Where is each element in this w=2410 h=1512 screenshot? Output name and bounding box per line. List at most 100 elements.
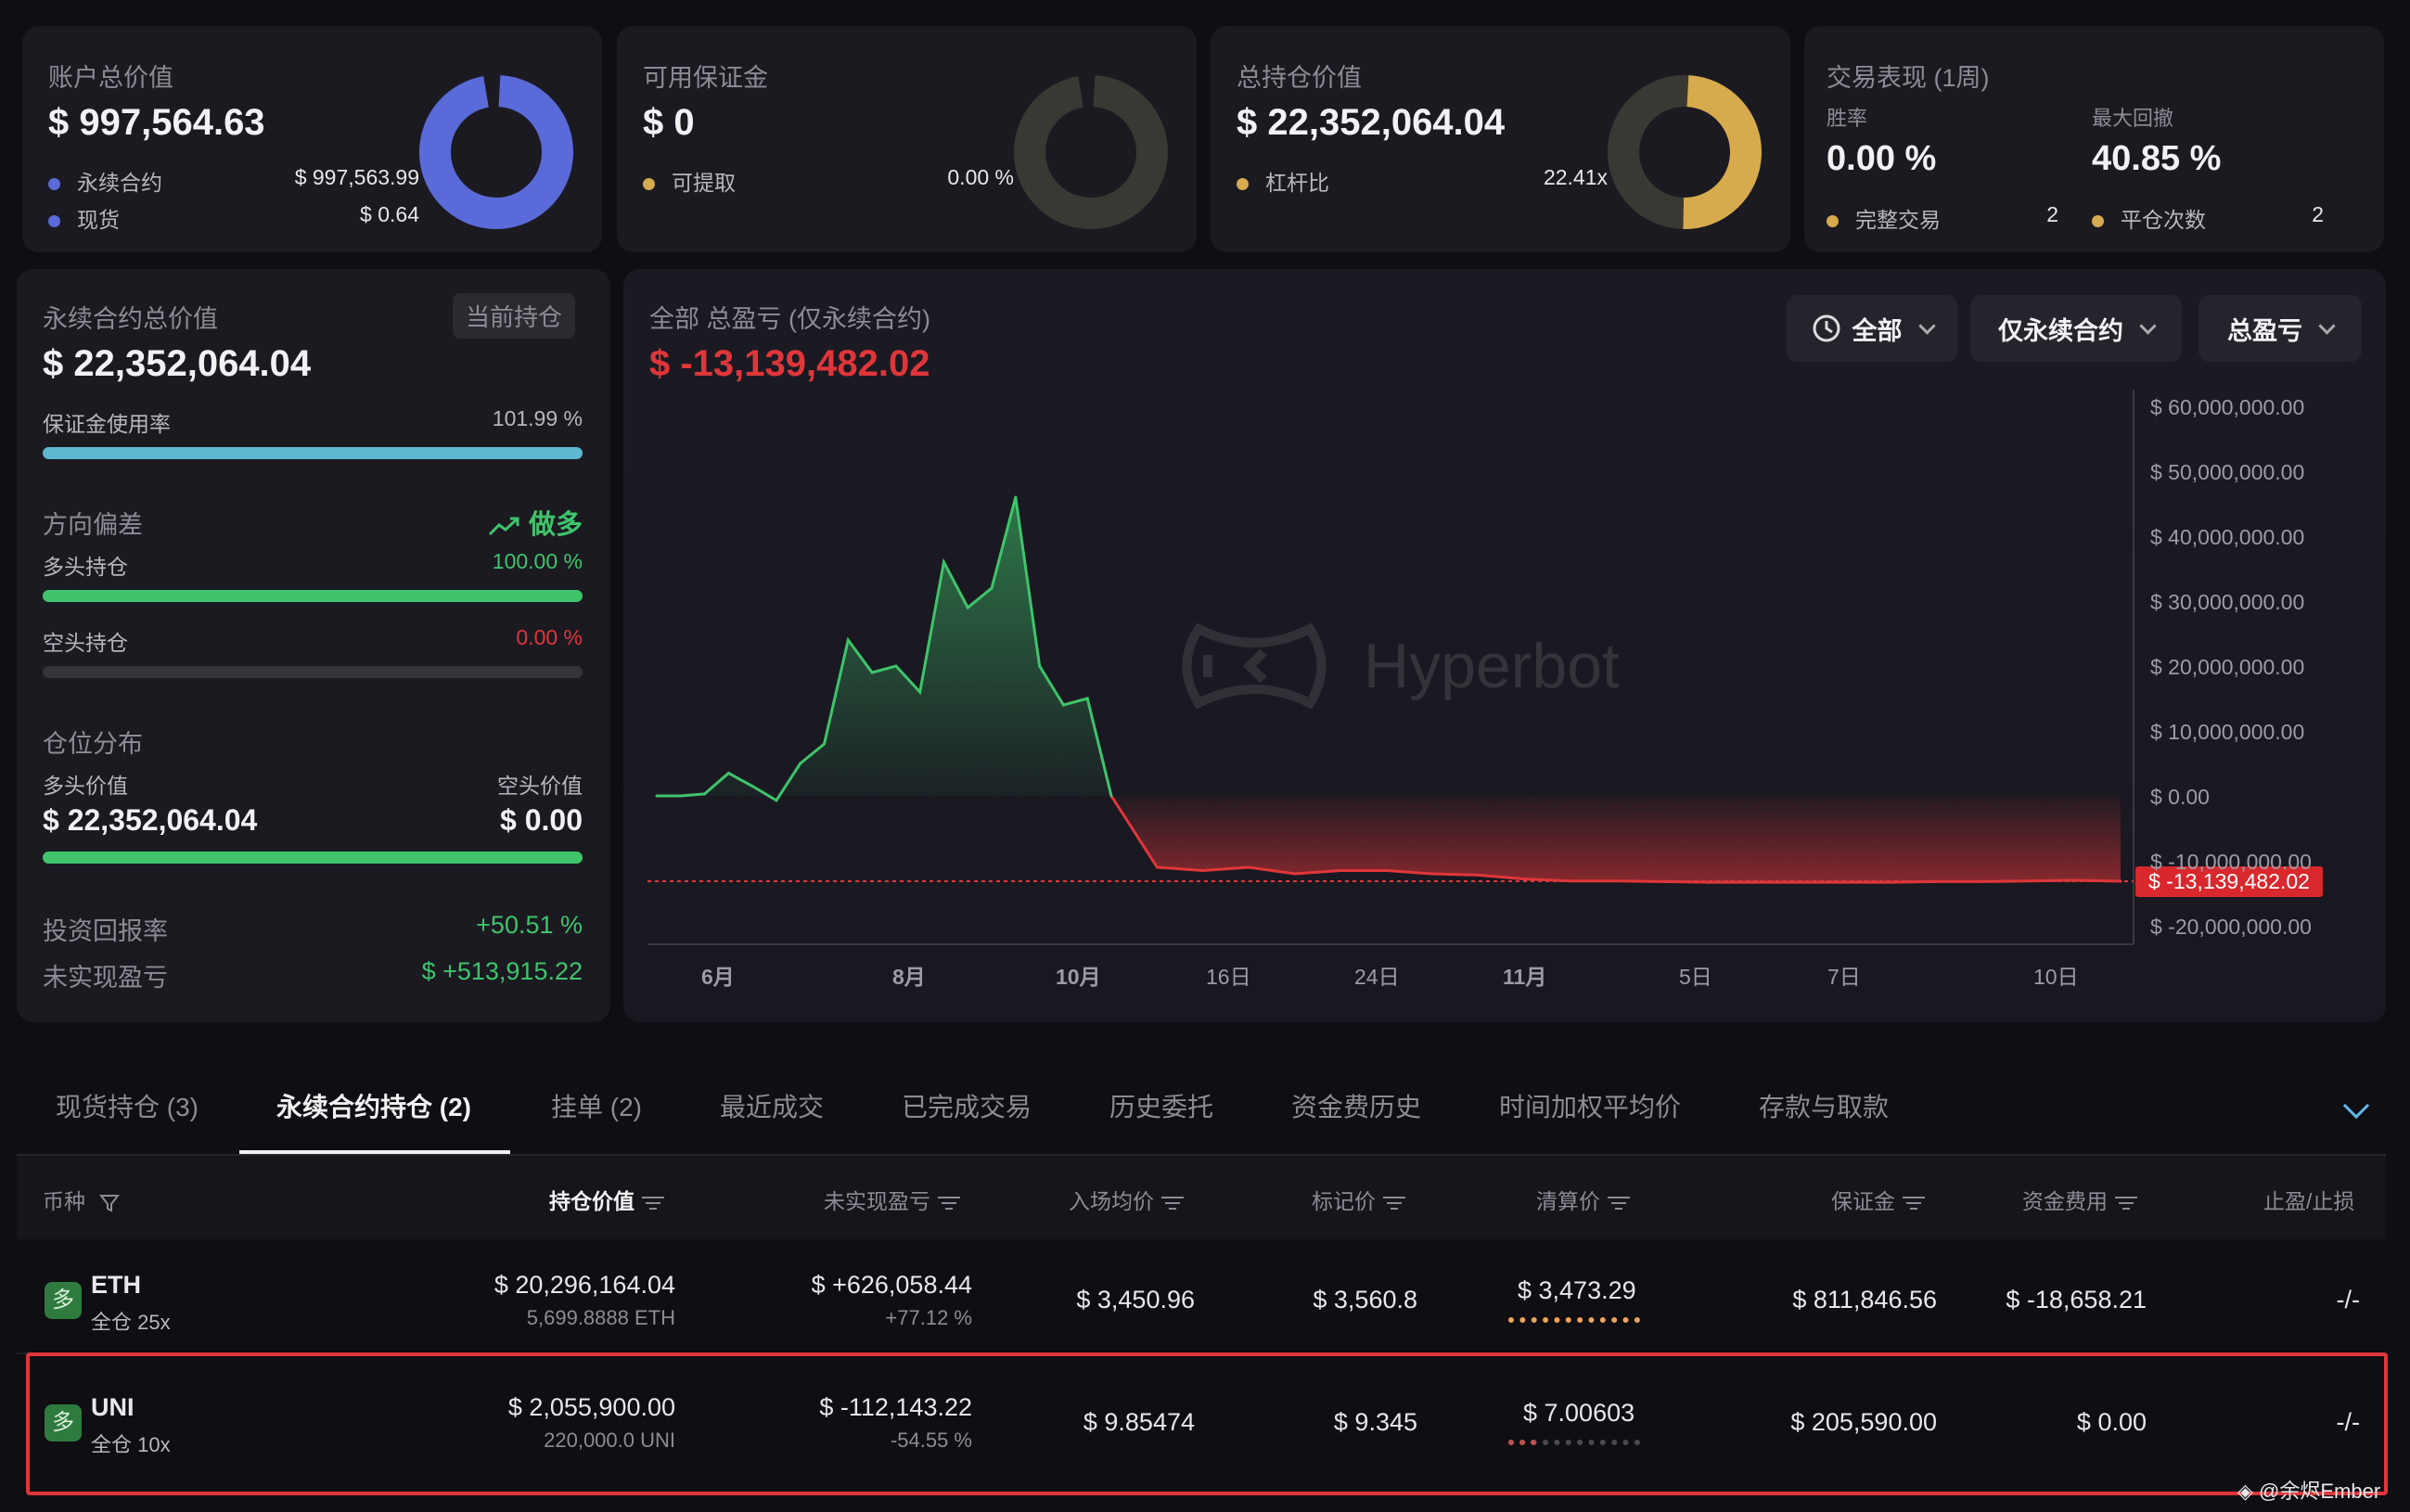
col-entry-price[interactable]: 入场均价 xyxy=(1069,1184,1184,1215)
tab-order-history[interactable]: 历史委托 xyxy=(1109,1087,1213,1124)
tab-recent-fills[interactable]: 最近成交 xyxy=(720,1087,824,1124)
pnl-data-point xyxy=(1061,703,1065,707)
entry-price: $ 3,450.96 xyxy=(1076,1286,1195,1313)
x-tick: 11月 xyxy=(1503,965,1547,989)
pnl-data-point xyxy=(2119,879,2122,883)
position-value: $ 20,296,164.04 xyxy=(494,1271,675,1299)
tpsl-value[interactable]: -/- xyxy=(2337,1286,2360,1314)
col-tpsl: 止盈/止损 xyxy=(2263,1189,2355,1213)
pnl-data-point xyxy=(1201,869,1205,872)
pnl-data-point xyxy=(823,742,827,746)
pnl-data-point xyxy=(990,586,993,590)
highlight-box xyxy=(26,1352,2388,1495)
margin-value: $ 205,590.00 xyxy=(1790,1408,1937,1436)
col-unrealized-pnl[interactable]: 未实现盈亏 xyxy=(824,1184,960,1215)
x-tick: 5日 xyxy=(1679,965,1712,989)
pnl-data-point xyxy=(2073,878,2077,882)
position-size: 5,699.8888 ETH xyxy=(526,1306,675,1329)
liquidation-price: $ 3,473.29 xyxy=(1518,1276,1636,1304)
entry-price: $ 9.85474 xyxy=(1083,1408,1195,1436)
pnl-data-point xyxy=(1614,879,1618,883)
pnl-data-point xyxy=(918,690,922,694)
y-tick: $ 30,000,000.00 xyxy=(2150,590,2305,614)
tab-spot-positions[interactable]: 现货持仓 (3) xyxy=(56,1087,199,1124)
x-tick: 24日 xyxy=(1354,965,1400,989)
position-value: $ 2,055,900.00 xyxy=(507,1393,675,1421)
pnl-data-point xyxy=(1085,697,1089,700)
y-tick: $ -20,000,000.00 xyxy=(2150,915,2312,939)
col-liq-price[interactable]: 清算价 xyxy=(1536,1184,1630,1215)
y-tick: $ 60,000,000.00 xyxy=(2150,395,2305,419)
x-tick: 16日 xyxy=(1206,965,1251,989)
pnl-data-point xyxy=(1843,880,1847,884)
tab-funding-history[interactable]: 资金费历史 xyxy=(1291,1087,1421,1124)
pnl-data-point xyxy=(750,785,754,788)
tab-perp-positions[interactable]: 永续合约持仓 (2) xyxy=(276,1087,471,1124)
unrealized-pnl-pct: -54.55 % xyxy=(890,1429,972,1452)
tab-twap[interactable]: 时间加权平均价 xyxy=(1499,1087,1681,1124)
filter-icon[interactable] xyxy=(98,1192,121,1214)
sort-icon[interactable] xyxy=(642,1196,664,1210)
col-position-value[interactable]: 持仓价值 xyxy=(549,1184,664,1215)
pnl-data-point xyxy=(799,762,802,765)
long-side-badge: 多 xyxy=(45,1282,82,1319)
tab-deposits-withdrawals[interactable]: 存款与取款 xyxy=(1759,1087,1889,1124)
x-tick: 7日 xyxy=(1827,965,1861,989)
funding-fee: $ 0.00 xyxy=(2076,1408,2147,1436)
pnl-data-point xyxy=(894,664,898,668)
unrealized-pnl: $ +626,058.44 xyxy=(811,1271,972,1299)
sort-icon[interactable] xyxy=(2115,1196,2137,1210)
liquidation-risk-fill xyxy=(1508,1440,1536,1445)
long-side-badge: 多 xyxy=(45,1404,82,1442)
margin-value: $ 811,846.56 xyxy=(1792,1286,1937,1313)
sort-icon[interactable] xyxy=(1161,1196,1184,1210)
x-tick: 10月 xyxy=(1056,965,1101,989)
y-tick: $ -10,000,000.00 xyxy=(2150,850,2312,874)
tpsl-value[interactable]: -/- xyxy=(2337,1408,2360,1437)
coin-symbol[interactable]: UNI xyxy=(91,1393,135,1422)
tab-completed-trades[interactable]: 已完成交易 xyxy=(902,1087,1032,1124)
credit-watermark: ◈ @余烬Ember xyxy=(2237,1480,2381,1503)
sort-icon[interactable] xyxy=(1383,1196,1405,1210)
pnl-data-point xyxy=(966,606,969,609)
pnl-data-point xyxy=(1430,872,1434,876)
pnl-data-point xyxy=(775,799,778,802)
pnl-data-point xyxy=(655,794,659,798)
pnl-data-point xyxy=(1385,869,1389,872)
sort-icon[interactable] xyxy=(1608,1196,1630,1210)
pnl-data-point xyxy=(726,772,730,775)
pnl-data-point xyxy=(703,792,707,796)
col-funding[interactable]: 资金费用 xyxy=(2022,1184,2137,1215)
active-tab-underline xyxy=(239,1150,510,1154)
pnl-data-point xyxy=(1798,880,1801,884)
pnl-data-point xyxy=(1477,873,1481,877)
sort-icon[interactable] xyxy=(938,1196,960,1210)
sort-icon[interactable] xyxy=(1903,1196,1925,1210)
position-size: 220,000.0 UNI xyxy=(544,1429,675,1452)
pnl-data-point xyxy=(1751,880,1755,884)
mark-price: $ 3,560.8 xyxy=(1313,1286,1417,1313)
pnl-positive-area xyxy=(657,497,1111,796)
pnl-data-point xyxy=(1935,879,1939,883)
tab-open-orders[interactable]: 挂单 (2) xyxy=(551,1087,642,1124)
coin-symbol[interactable]: ETH xyxy=(91,1271,141,1300)
pnl-data-point xyxy=(1660,879,1663,883)
liquidation-price: $ 7.00603 xyxy=(1523,1399,1635,1427)
margin-mode: 全仓 10x xyxy=(91,1433,171,1456)
y-tick: $ 40,000,000.00 xyxy=(2150,525,2305,549)
pnl-data-point xyxy=(942,560,945,564)
pnl-data-point xyxy=(846,638,850,642)
x-tick: 8月 xyxy=(892,965,926,989)
pnl-data-point xyxy=(1569,879,1572,883)
pnl-data-point xyxy=(1247,865,1250,869)
col-margin[interactable]: 保证金 xyxy=(1831,1184,1925,1215)
diamond-icon: ◈ xyxy=(2237,1480,2260,1503)
y-tick: $ 50,000,000.00 xyxy=(2150,460,2305,484)
pnl-data-point xyxy=(1339,869,1342,872)
col-coin[interactable]: 币种 xyxy=(43,1184,121,1215)
pnl-data-point xyxy=(1109,794,1113,798)
pnl-data-point xyxy=(1155,865,1159,869)
pnl-data-point xyxy=(1293,872,1297,876)
col-mark-price[interactable]: 标记价 xyxy=(1312,1184,1405,1215)
pnl-data-point xyxy=(1706,880,1710,884)
